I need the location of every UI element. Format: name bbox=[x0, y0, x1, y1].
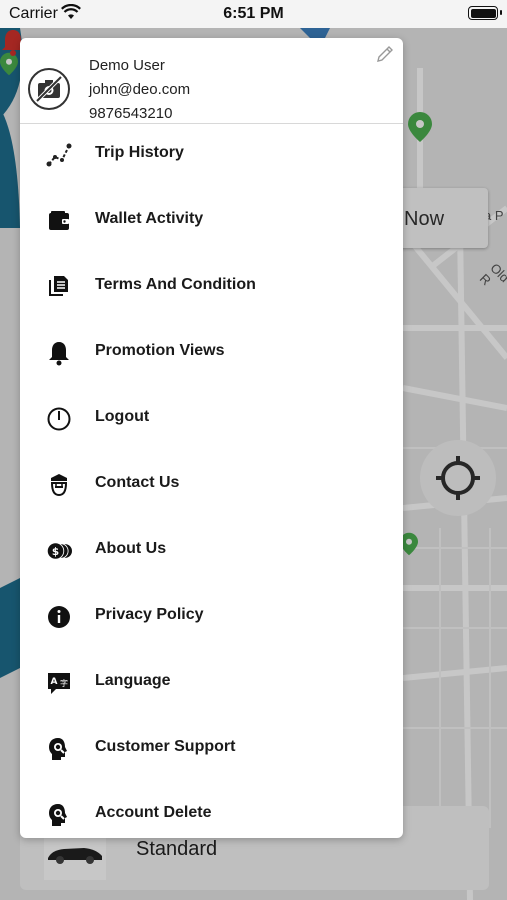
svg-text:$: $ bbox=[52, 546, 59, 558]
agent-icon bbox=[46, 472, 72, 498]
profile-name: Demo User bbox=[89, 57, 165, 74]
menu-item-label: Trip History bbox=[95, 144, 184, 161]
bell-icon bbox=[46, 340, 72, 366]
menu-item-label: Language bbox=[95, 672, 171, 689]
menu-item-logout[interactable]: Logout bbox=[20, 385, 403, 451]
menu-item-label: Promotion Views bbox=[95, 342, 225, 359]
menu-item-label: Customer Support bbox=[95, 738, 236, 755]
pencil-icon[interactable] bbox=[375, 44, 395, 64]
route-icon bbox=[46, 142, 72, 168]
menu-item-account-delete[interactable]: Account Delete bbox=[20, 781, 403, 838]
avatar[interactable] bbox=[28, 68, 70, 110]
translate-icon: A字 bbox=[46, 670, 72, 696]
info-icon bbox=[46, 604, 72, 630]
account-delete-icon bbox=[46, 802, 72, 828]
battery-icon bbox=[468, 6, 502, 20]
menu-item-customer-support[interactable]: Customer Support bbox=[20, 715, 403, 781]
svg-text:A: A bbox=[51, 677, 58, 687]
no-photo-icon bbox=[35, 75, 63, 103]
power-icon bbox=[46, 406, 72, 432]
menu-item-label: Account Delete bbox=[95, 804, 212, 821]
status-bar: Carrier 6:51 PM bbox=[0, 0, 507, 28]
menu-item-contact-us[interactable]: Contact Us bbox=[20, 451, 403, 517]
menu-item-label: Contact Us bbox=[95, 474, 180, 491]
wallet-icon bbox=[46, 208, 72, 234]
documents-icon bbox=[46, 274, 72, 300]
menu-item-label: Wallet Activity bbox=[95, 210, 204, 227]
menu-item-about-us[interactable]: $ About Us bbox=[20, 517, 403, 583]
menu-item-label: Privacy Policy bbox=[95, 606, 204, 623]
menu-item-label: Logout bbox=[95, 408, 150, 425]
menu-item-trip-history[interactable]: Trip History bbox=[20, 121, 403, 187]
menu-item-label: About Us bbox=[95, 540, 167, 557]
menu-item-language[interactable]: A字 Language bbox=[20, 649, 403, 715]
profile-header[interactable]: Demo User john@deo.com 9876543210 bbox=[20, 38, 403, 124]
svg-text:字: 字 bbox=[60, 678, 68, 688]
menu-item-privacy-policy[interactable]: Privacy Policy bbox=[20, 583, 403, 649]
profile-email: john@deo.com bbox=[89, 81, 191, 98]
clock: 6:51 PM bbox=[223, 5, 284, 22]
support-icon bbox=[46, 736, 72, 762]
menu-item-wallet-activity[interactable]: Wallet Activity bbox=[20, 187, 403, 253]
menu-item-label: Terms And Condition bbox=[95, 276, 256, 293]
coins-icon: $ bbox=[46, 538, 72, 564]
menu-item-promotions[interactable]: Promotion Views bbox=[20, 319, 403, 385]
profile-phone: 9876543210 bbox=[89, 105, 173, 122]
side-drawer: Demo User john@deo.com 9876543210 Trip H… bbox=[20, 38, 403, 838]
menu-item-terms[interactable]: Terms And Condition bbox=[20, 253, 403, 319]
